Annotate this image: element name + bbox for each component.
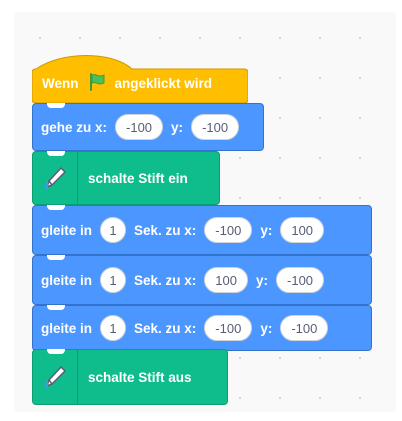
- pen-up-block[interactable]: schalte Stift aus: [32, 349, 228, 405]
- pen-up-label: schalte Stift aus: [88, 369, 192, 385]
- glide-secs-input[interactable]: 1: [100, 267, 127, 293]
- pen-down-block[interactable]: schalte Stift ein: [32, 151, 220, 205]
- glide-block[interactable]: gleite in 1 Sek. zu x: -100 y: 100: [32, 205, 372, 255]
- green-flag-icon: [87, 72, 107, 95]
- glide-x-input[interactable]: 100: [204, 267, 248, 293]
- go-to-y-label: y:: [171, 119, 184, 135]
- when-flag-clicked-block[interactable]: Wenn angeklickt wird: [32, 51, 248, 103]
- glide-y-label: y:: [256, 272, 269, 288]
- glide-x-input[interactable]: -100: [204, 217, 253, 243]
- glide-secs-input[interactable]: 1: [100, 217, 127, 243]
- hat-prefix-label: Wenn: [42, 75, 79, 91]
- glide-block[interactable]: gleite in 1 Sek. zu x: 100 y: -100: [32, 255, 372, 305]
- pen-icon: [33, 152, 78, 204]
- go-to-y-input[interactable]: -100: [191, 114, 240, 140]
- go-to-x-input[interactable]: -100: [115, 114, 164, 140]
- glide-label: gleite in: [41, 320, 93, 336]
- glide-to-x-label: Sek. zu x:: [134, 272, 197, 288]
- hat-suffix-label: angeklickt wird: [114, 75, 213, 91]
- glide-to-x-label: Sek. zu x:: [134, 222, 197, 238]
- glide-to-x-label: Sek. zu x:: [134, 320, 197, 336]
- go-to-label: gehe zu x:: [41, 119, 108, 135]
- glide-secs-input[interactable]: 1: [100, 315, 127, 341]
- pen-down-label: schalte Stift ein: [88, 170, 188, 186]
- pen-icon: [33, 350, 78, 404]
- go-to-xy-block[interactable]: gehe zu x: -100 y: -100: [32, 103, 264, 151]
- glide-y-label: y:: [260, 320, 273, 336]
- glide-y-input[interactable]: -100: [280, 315, 329, 341]
- glide-label: gleite in: [41, 222, 93, 238]
- glide-y-input[interactable]: 100: [280, 217, 325, 243]
- glide-label: gleite in: [41, 272, 93, 288]
- glide-block[interactable]: gleite in 1 Sek. zu x: -100 y: -100: [32, 305, 372, 351]
- glide-x-input[interactable]: -100: [204, 315, 253, 341]
- glide-y-input[interactable]: -100: [276, 267, 325, 293]
- glide-y-label: y:: [260, 222, 273, 238]
